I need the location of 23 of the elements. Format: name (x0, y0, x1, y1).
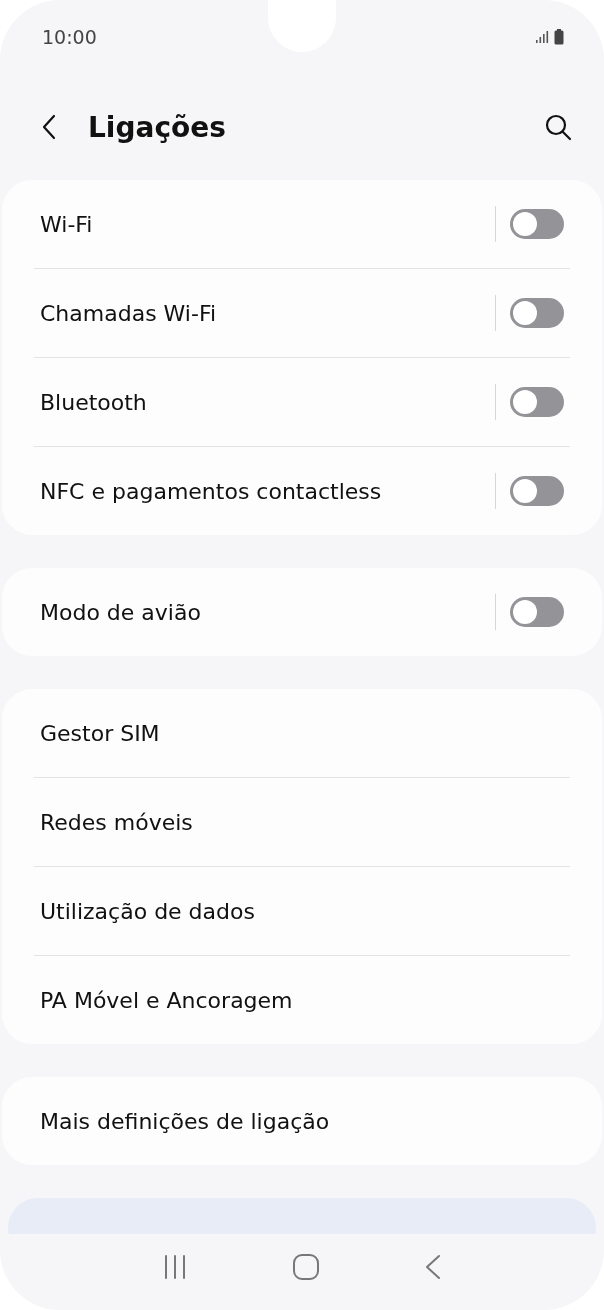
battery-icon (554, 29, 564, 45)
setting-label[interactable]: Modo de avião (34, 599, 201, 625)
back-nav-button[interactable] (425, 1254, 441, 1280)
status-time: 10:00 (42, 26, 97, 48)
recent-apps-button[interactable] (163, 1254, 187, 1280)
setting-label[interactable]: Redes móveis (34, 809, 193, 835)
back-button[interactable] (40, 112, 58, 142)
toggle-switch[interactable] (510, 387, 564, 417)
page-title: Ligações (88, 110, 226, 144)
setting-label[interactable]: Bluetooth (34, 389, 147, 415)
toggle-switch[interactable] (510, 209, 564, 239)
setting-label[interactable]: Wi-Fi (34, 211, 93, 237)
toggle-switch[interactable] (510, 476, 564, 506)
setting-label[interactable]: Gestor SIM (34, 720, 160, 746)
home-button[interactable] (293, 1254, 319, 1280)
setting-label[interactable]: Chamadas Wi-Fi (34, 300, 217, 326)
toggle-switch[interactable] (510, 298, 564, 328)
signal-icon (535, 30, 549, 44)
setting-label[interactable]: Mais definições de ligação (34, 1108, 330, 1134)
setting-label[interactable]: Utilização de dados (34, 898, 255, 924)
setting-label[interactable]: PA Móvel e Ancoragem (34, 987, 293, 1013)
toggle-switch[interactable] (510, 597, 564, 627)
setting-label[interactable]: NFC e pagamentos contactless (34, 478, 382, 504)
